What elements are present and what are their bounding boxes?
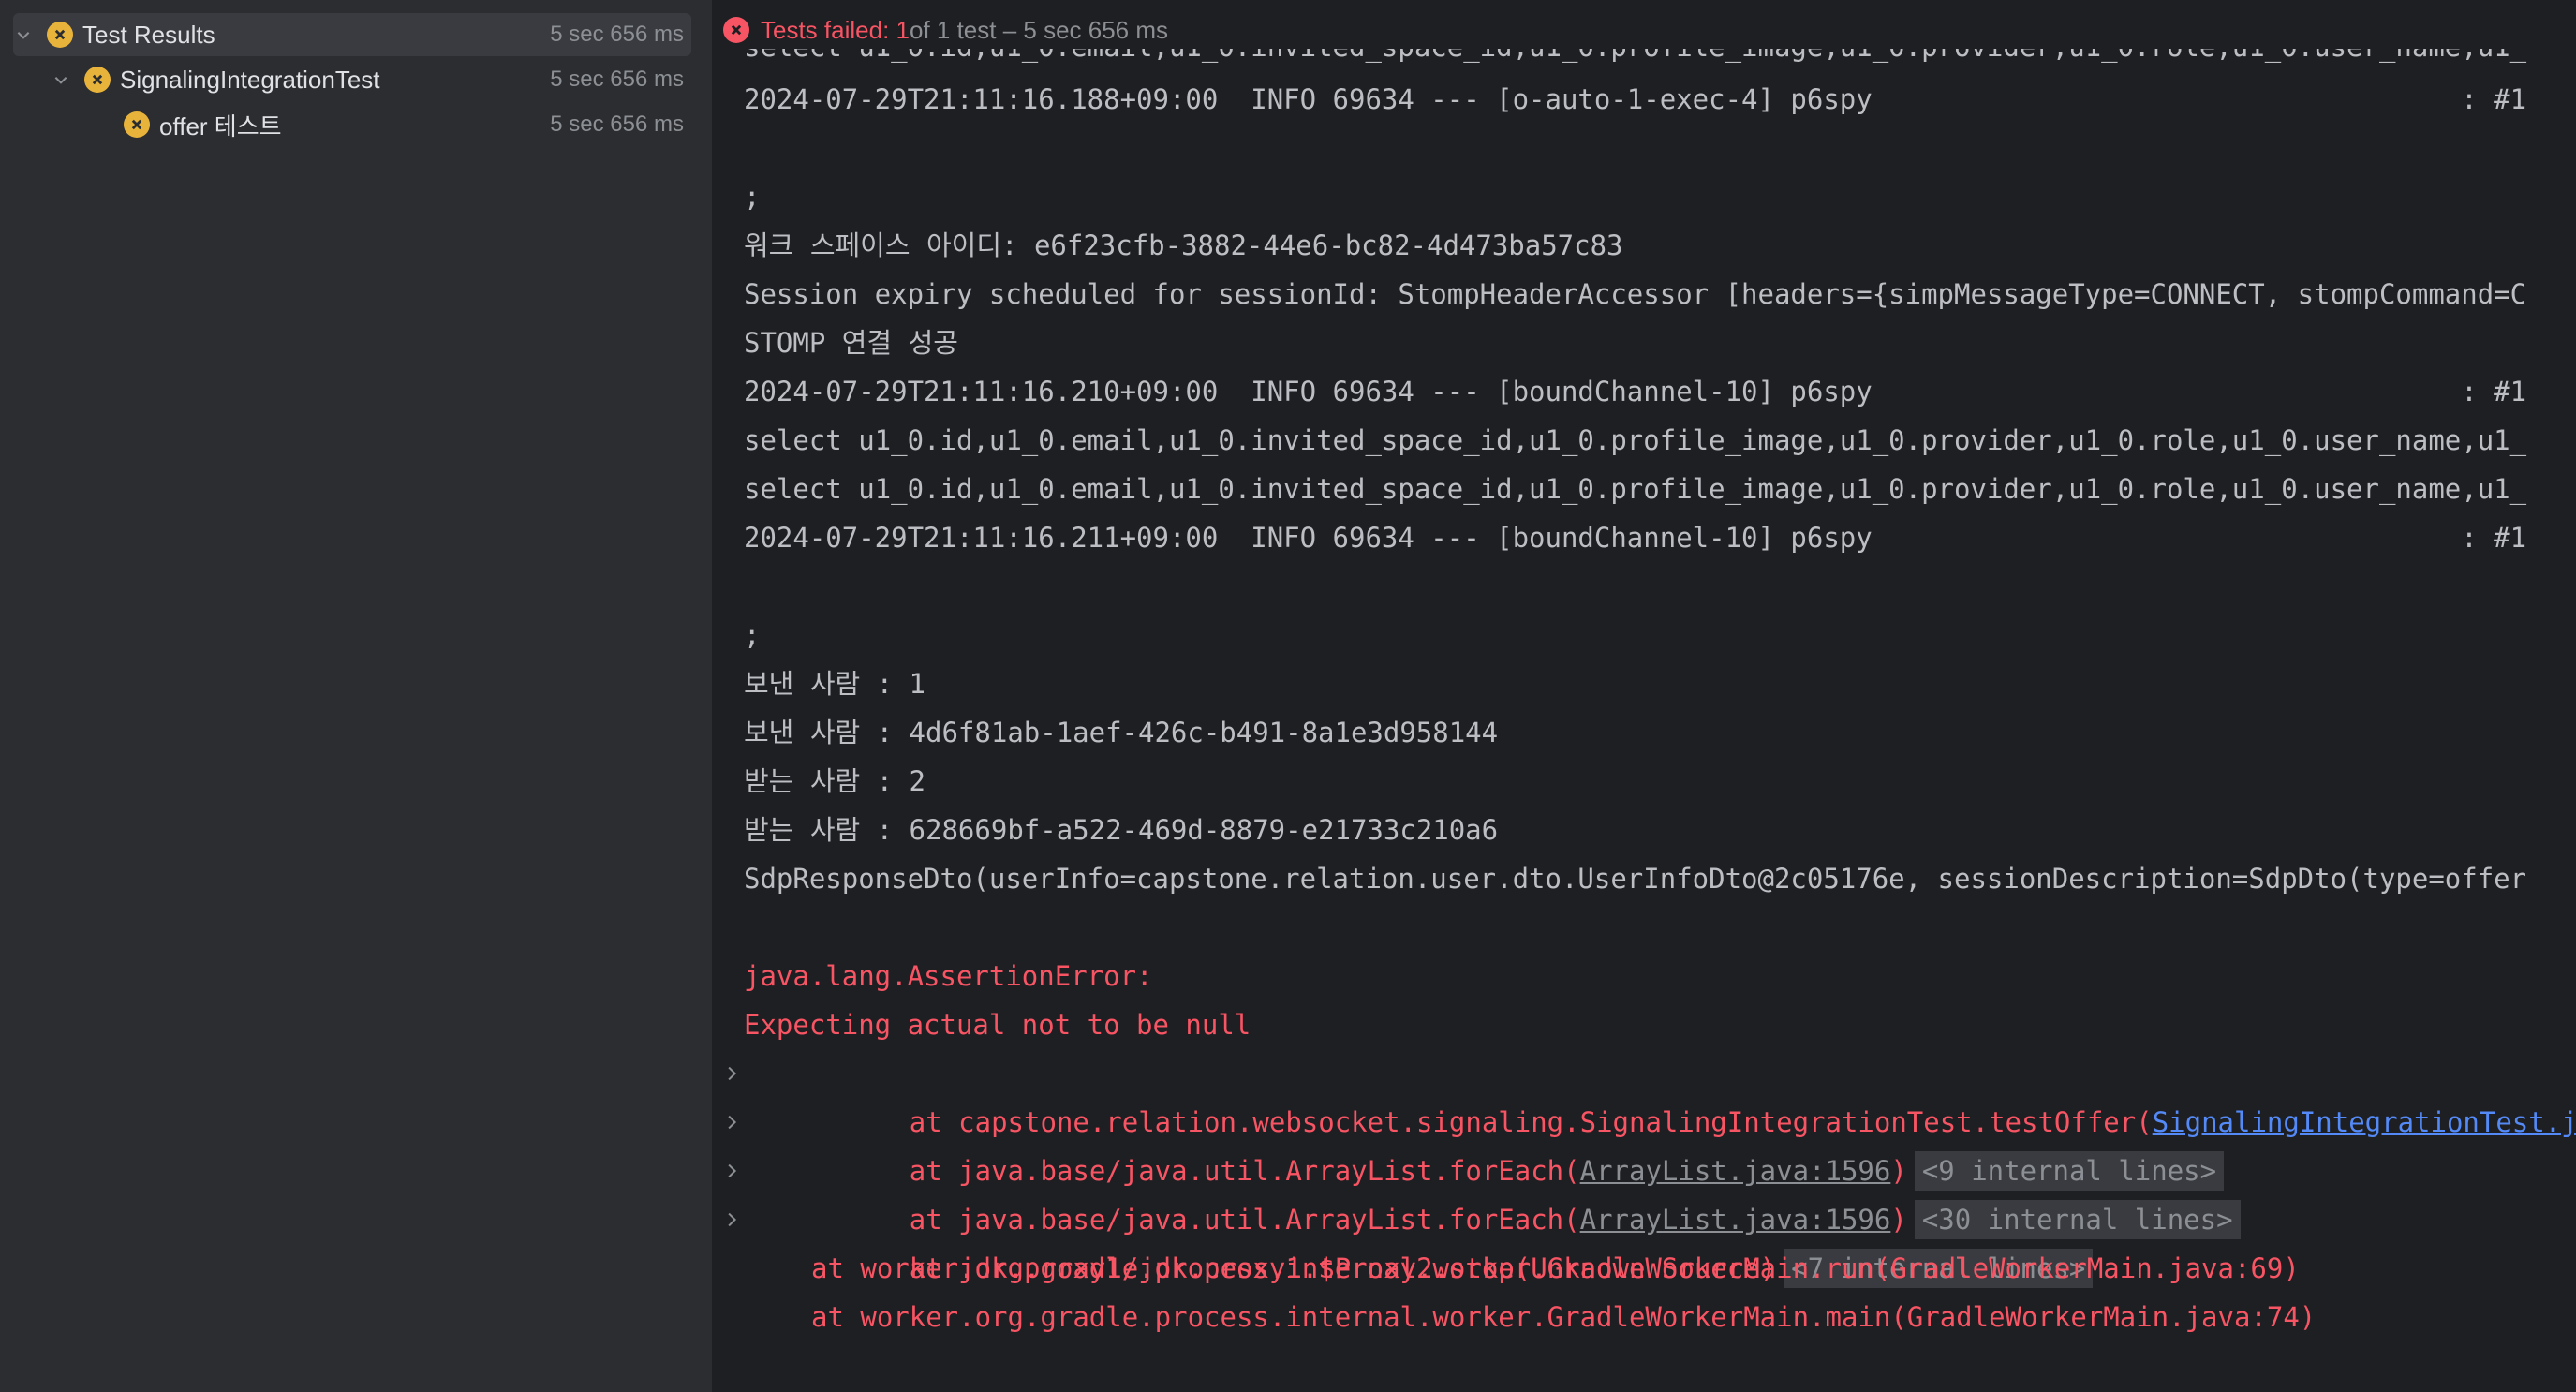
console-line: 2024-07-29T21:11:16.210+09:00 INFO 69634… bbox=[744, 376, 2527, 407]
status-summary: of 1 test – 5 sec 656 ms bbox=[909, 15, 1169, 44]
tree-item-duration: 5 sec 656 ms bbox=[550, 67, 684, 92]
tree-item-label: Test Results bbox=[82, 20, 215, 49]
stack-frame: at jdk.proxy1/jdk.proxy1.$Proxy2.stop(Un… bbox=[716, 1195, 2576, 1288]
console-line: 보낸 사람 : 1 bbox=[744, 668, 926, 700]
status-failed-count: Tests failed: 1 bbox=[761, 15, 910, 44]
console-line: select u1_0.id,u1_0.email,u1_0.invited_s… bbox=[744, 424, 2527, 456]
console-line: 2024-07-29T21:11:16.188+09:00 INFO 69634… bbox=[744, 83, 2527, 115]
test-failed-icon bbox=[124, 111, 150, 138]
console-line: Session expiry scheduled for sessionId: … bbox=[744, 278, 2527, 310]
console-line: select u1_0.id,u1_0.email,u1_0.invited_s… bbox=[716, 49, 2576, 75]
assertion-error-message: Expecting actual not to be null bbox=[744, 1009, 1251, 1041]
stack-frame: at worker.org.gradle.process.internal.wo… bbox=[811, 1252, 2300, 1284]
tree-item-signaling-integration-test[interactable]: SignalingIntegrationTest 5 sec 656 ms bbox=[13, 58, 691, 101]
console-lines: select u1_0.id,u1_0.email,u1_0.invited_s… bbox=[716, 49, 2576, 1341]
console-line: select u1_0.id,u1_0.email,u1_0.invited_s… bbox=[744, 473, 2527, 505]
stack-frame: at java.base/java.util.ArrayList.forEach… bbox=[716, 1098, 2576, 1191]
console-line: 보낸 사람 : 4d6f81ab-1aef-426c-b491-8a1e3d95… bbox=[744, 717, 1499, 748]
console-line: 2024-07-29T21:11:16.211+09:00 INFO 69634… bbox=[744, 522, 2527, 554]
console-line: STOMP 연결 성공 bbox=[744, 327, 958, 359]
console-line: ; bbox=[744, 619, 761, 651]
tree-item-label: offer 테스트 bbox=[159, 111, 282, 141]
assertion-error-title: java.lang.AssertionError: bbox=[744, 960, 1153, 992]
console-line: 워크 스페이스 아이디: e6f23cfb-3882-44e6-bc82-4d4… bbox=[744, 230, 1623, 261]
chevron-right-icon[interactable] bbox=[723, 1195, 742, 1244]
console-line: 받는 사람 : 628669bf-a522-469d-8879-e21733c2… bbox=[744, 814, 1499, 846]
console-line: SdpResponseDto(userInfo=capstone.relatio… bbox=[744, 863, 2527, 895]
test-failed-icon bbox=[47, 22, 73, 48]
stack-frame: at worker.org.gradle.process.internal.wo… bbox=[811, 1301, 2317, 1333]
tree-item-test-results[interactable]: Test Results 5 sec 656 ms bbox=[13, 13, 691, 56]
chevron-down-icon[interactable] bbox=[13, 24, 34, 45]
tree-item-label: SignalingIntegrationTest bbox=[120, 65, 380, 94]
tree-item-offer-test[interactable]: offer 테스트 5 sec 656 ms bbox=[13, 103, 691, 146]
test-results-tree: Test Results 5 sec 656 ms SignalingInteg… bbox=[0, 0, 714, 1392]
error-icon bbox=[723, 17, 749, 43]
stack-frame: at capstone.relation.websocket.signaling… bbox=[716, 1049, 2576, 1138]
chevron-down-icon[interactable] bbox=[51, 69, 71, 90]
chevron-right-icon[interactable] bbox=[723, 1049, 742, 1098]
test-failed-icon bbox=[84, 67, 111, 93]
console-line: 받는 사람 : 2 bbox=[744, 765, 926, 797]
console-line: ; bbox=[744, 181, 761, 213]
stack-frame: at java.base/java.util.ArrayList.forEach… bbox=[716, 1147, 2576, 1239]
console-output[interactable]: Tests failed: 1 of 1 test – 5 sec 656 ms… bbox=[716, 0, 2576, 1392]
chevron-right-icon[interactable] bbox=[723, 1098, 742, 1147]
tree-item-duration: 5 sec 656 ms bbox=[550, 22, 684, 47]
tree-item-duration: 5 sec 656 ms bbox=[550, 111, 684, 137]
chevron-right-icon[interactable] bbox=[723, 1147, 742, 1195]
